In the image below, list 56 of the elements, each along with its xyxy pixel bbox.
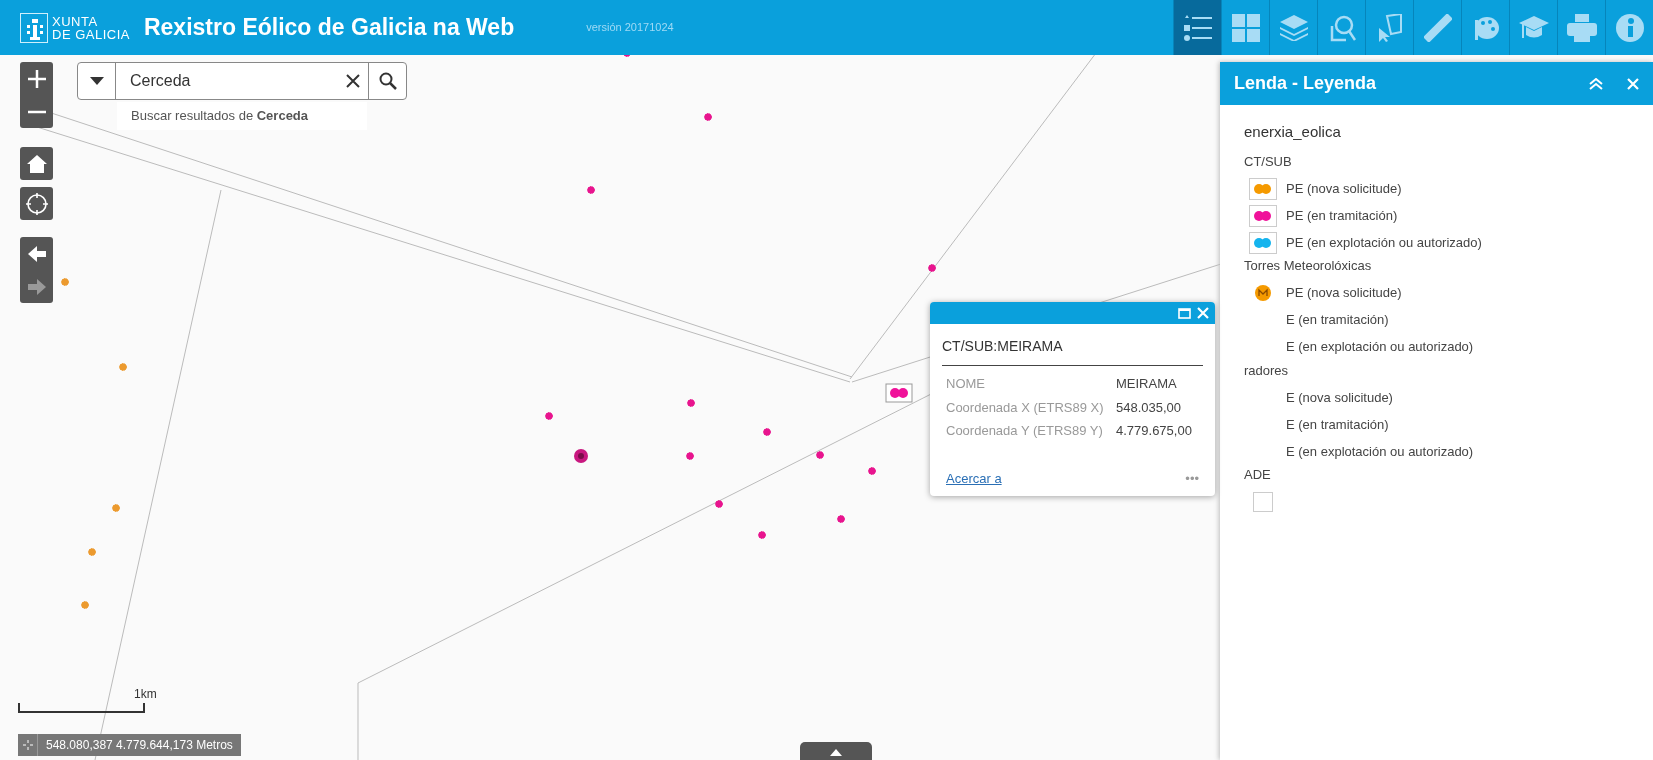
plus-icon <box>27 69 46 88</box>
printer-icon <box>1566 13 1597 42</box>
search-icon[interactable] <box>378 72 397 90</box>
pointer-icon <box>1376 13 1403 42</box>
legend-title: Lenda - Leyenda <box>1234 72 1377 95</box>
list-icon <box>1182 14 1213 41</box>
group-heading: CT/SUB <box>1244 152 1293 171</box>
info-icon <box>1615 13 1644 42</box>
close-icon[interactable] <box>1197 307 1209 319</box>
field-label: NOME <box>946 375 986 393</box>
panel-toggle-button[interactable] <box>800 742 872 760</box>
logo-text: DE GALICIA <box>52 27 130 41</box>
field-value: MEIRAMA <box>1116 375 1177 393</box>
legend-label: PE (en tramitación) <box>1286 206 1398 225</box>
caret-icon <box>89 77 104 85</box>
grid-icon <box>1231 13 1260 42</box>
collapse-icon[interactable] <box>1589 77 1603 90</box>
left-arrow-icon <box>27 244 46 263</box>
crosshair-icon <box>25 192 48 215</box>
logo-text: XUNTA <box>52 14 99 28</box>
toolbar-button[interactable] <box>1173 0 1221 55</box>
layer-name: enerxia_eolica <box>1244 122 1342 142</box>
group-heading: ADE <box>1244 466 1272 484</box>
zoom-to-link[interactable]: Acercar a <box>946 468 1002 488</box>
legend-label: PE (nova solicitude) <box>1286 179 1402 198</box>
coordinates-text: 548.080,387 4.779.644,173 Metros <box>45 737 234 754</box>
field-label: Coordenada X (ETRS89 X) <box>946 398 1105 417</box>
layers-icon <box>1279 14 1308 41</box>
home-icon <box>26 154 47 173</box>
maximize-icon[interactable] <box>1178 307 1191 319</box>
group-heading: Torres Meteorolóxicas <box>1244 257 1373 275</box>
crest-icon <box>20 12 48 43</box>
legend-label: PE (en explotación ou autorizado) <box>1286 233 1482 252</box>
legend-label: E (en tramitación) <box>1286 415 1389 434</box>
scale-label: 1km <box>134 686 157 703</box>
popup-title: CT/SUB:MEIRAMA <box>942 324 1203 366</box>
legend-label: E (en explotación ou autorizado) <box>1286 442 1474 461</box>
minus-icon <box>27 109 46 114</box>
legend-label: E (en tramitación) <box>1286 311 1389 330</box>
version-label: versión 20171024 <box>586 20 674 36</box>
legend-label: E (en explotación ou autorizado) <box>1286 338 1474 357</box>
search-bar[interactable]: Cerceda <box>77 62 407 100</box>
app-title: Rexistro Eólico de Galicia na Web <box>143 13 515 43</box>
empty-symbol-icon <box>1253 492 1273 512</box>
group-heading: radores <box>1244 361 1290 380</box>
field-label: Coordenada Y (ETRS89 Y) <box>946 422 1104 440</box>
field-value: 4.779.675,00 <box>1116 422 1192 440</box>
right-arrow-icon <box>27 277 46 296</box>
caret-up-icon <box>830 748 842 756</box>
crosshair-icon <box>22 740 33 750</box>
legend-label: E (nova solicitude) <box>1286 388 1393 407</box>
close-icon[interactable] <box>1627 77 1639 90</box>
legend-label: PE (nova solicitude) <box>1286 284 1402 303</box>
graduation-cap-icon <box>1518 14 1549 41</box>
search-suggestion[interactable]: Buscar resultados de Cerceda <box>117 102 367 130</box>
field-value: 548.035,00 <box>1116 398 1182 417</box>
